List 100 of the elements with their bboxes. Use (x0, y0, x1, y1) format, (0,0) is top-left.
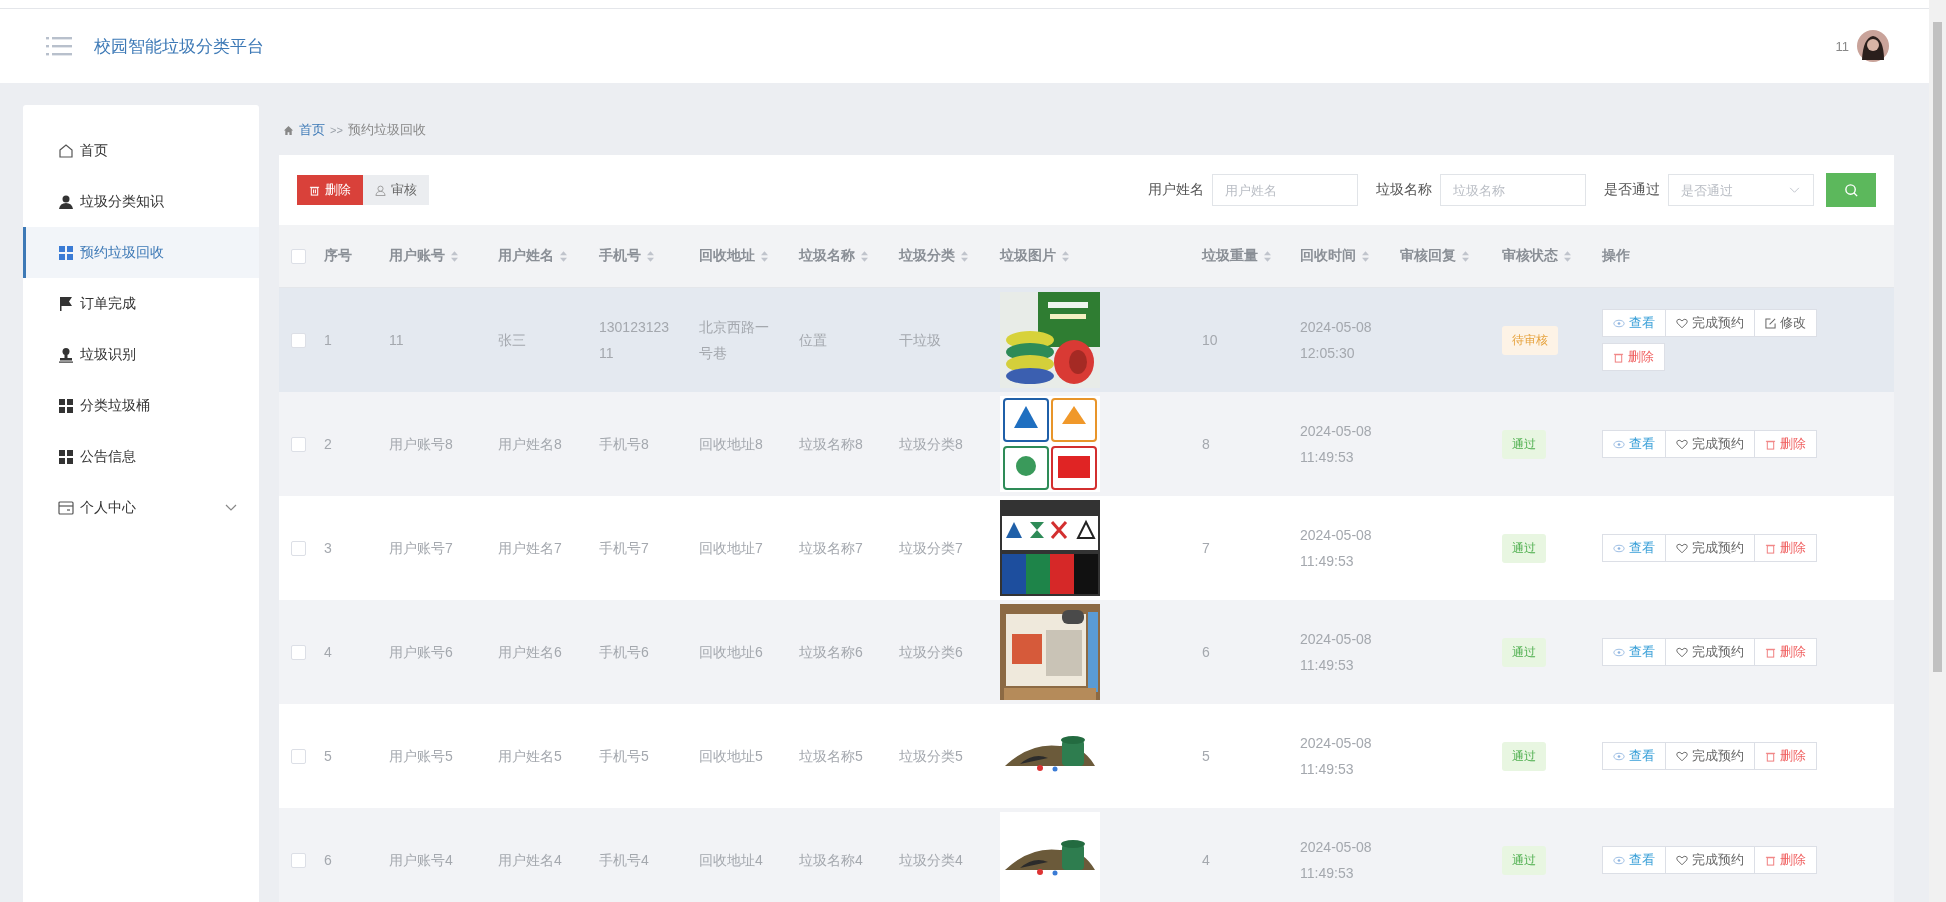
column-header[interactable]: 审核状态 (1502, 247, 1558, 265)
sidebar-item[interactable]: 预约垃圾回收 (23, 227, 259, 278)
table-cell-text: 用户账号4 (389, 851, 453, 870)
sort-icon[interactable] (761, 250, 768, 262)
table-cell-text: 垃圾分类8 (899, 435, 963, 454)
checkbox[interactable] (291, 332, 306, 348)
table-row[interactable]: 6 用户账号4 用户姓名4 手机号4 回收地址4 垃圾名称4 垃圾分类4 4 2024-05-08 11:49:53 通过 查看 完成预约 删除 (279, 808, 1894, 902)
scrollbar[interactable] (1929, 0, 1946, 902)
sort-icon[interactable] (1462, 250, 1469, 262)
search-button[interactable] (1826, 173, 1876, 207)
table-cell-text: 3 (324, 539, 332, 558)
table-cell-text: 用户姓名4 (498, 851, 562, 870)
status-dropdown[interactable]: 是否通过 (1668, 174, 1814, 206)
column-header[interactable]: 审核回复 (1400, 247, 1456, 265)
review-button[interactable]: 审核 (363, 175, 429, 205)
sort-icon[interactable] (1362, 250, 1369, 262)
column-header[interactable]: 回收地址 (699, 247, 755, 265)
sidebar-item[interactable]: 分类垃圾桶 (23, 380, 259, 431)
delete-button[interactable]: 删除 (1754, 534, 1817, 562)
scrollbar-thumb[interactable] (1933, 22, 1942, 672)
sort-icon[interactable] (451, 250, 458, 262)
avatar[interactable] (1857, 30, 1889, 62)
eye-icon (1613, 439, 1625, 449)
checkbox[interactable] (291, 644, 306, 660)
table-cell-text: 用户姓名8 (498, 435, 562, 454)
status-tag: 通过 (1502, 429, 1546, 459)
breadcrumb-link[interactable]: 首页 (299, 121, 325, 139)
column-header: 序号 (324, 247, 352, 265)
table-cell-text: 用户姓名5 (498, 747, 562, 766)
checkbox[interactable] (291, 748, 306, 764)
sidebar-item[interactable]: 公告信息 (23, 431, 259, 482)
checkbox[interactable] (291, 540, 306, 556)
column-header[interactable]: 用户姓名 (498, 247, 554, 265)
table-row[interactable]: 4 用户账号6 用户姓名6 手机号6 回收地址6 垃圾名称6 垃圾分类6 6 2024-05-08 11:49:53 通过 查看 完成预约 删除 (279, 600, 1894, 704)
edit-button[interactable]: 修改 (1754, 309, 1817, 337)
column-header[interactable]: 垃圾图片 (1000, 247, 1056, 265)
sidebar-item[interactable]: 垃圾分类知识 (23, 176, 259, 227)
column-header[interactable]: 用户账号 (389, 247, 445, 265)
sort-icon[interactable] (560, 250, 567, 262)
column-header[interactable]: 垃圾重量 (1202, 247, 1258, 265)
app-title: 校园智能垃圾分类平台 (94, 35, 264, 58)
complete-button[interactable]: 完成预约 (1665, 309, 1755, 337)
column-header[interactable]: 手机号 (599, 247, 641, 265)
eye-icon (1613, 647, 1625, 657)
table-cell-text: 回收地址4 (699, 851, 764, 870)
sort-icon[interactable] (647, 250, 654, 262)
table-cell-text: 手机号5 (599, 747, 650, 766)
delete-button[interactable]: 删除 (297, 175, 363, 205)
trash-icon (1765, 542, 1776, 554)
sort-icon[interactable] (961, 250, 968, 262)
delete-button[interactable]: 删除 (1754, 638, 1817, 666)
table-cell-text: 回收地址7 (699, 539, 764, 558)
delete-button[interactable]: 删除 (1754, 742, 1817, 770)
chevron-icon (1789, 187, 1800, 194)
delete-button[interactable]: 删除 (1754, 430, 1817, 458)
view-button[interactable]: 查看 (1602, 309, 1666, 337)
table-cell-text: 4 (1202, 851, 1210, 870)
table-cell-text: 6 (1202, 643, 1210, 662)
search-field[interactable]: 垃圾名称 (1440, 174, 1586, 206)
sidebar-item[interactable]: 首页 (23, 125, 259, 176)
sort-icon[interactable] (1062, 250, 1069, 262)
column-header[interactable]: 回收时间 (1300, 247, 1356, 265)
view-button[interactable]: 查看 (1602, 534, 1666, 562)
sort-icon[interactable] (1564, 250, 1571, 262)
view-button[interactable]: 查看 (1602, 638, 1666, 666)
table-cell-text: 4 (324, 643, 332, 662)
complete-button[interactable]: 完成预约 (1665, 430, 1755, 458)
view-button[interactable]: 查看 (1602, 846, 1666, 874)
sidebar-item[interactable]: 个人中心 (23, 482, 259, 533)
complete-button[interactable]: 完成预约 (1665, 534, 1755, 562)
table-cell-text: 手机号4 (599, 851, 650, 870)
table-cell-text: 2024-05-08 11:49:53 (1300, 838, 1373, 883)
view-button[interactable]: 查看 (1602, 742, 1666, 770)
checkbox[interactable] (291, 436, 306, 452)
view-button[interactable]: 查看 (1602, 430, 1666, 458)
breadcrumb-current: 预约垃圾回收 (347, 121, 426, 139)
sidebar-item[interactable]: 垃圾识别 (23, 329, 259, 380)
sort-icon[interactable] (861, 250, 868, 262)
complete-button[interactable]: 完成预约 (1665, 638, 1755, 666)
delete-button[interactable]: 删除 (1602, 343, 1665, 371)
home-icon (58, 142, 74, 159)
heart-icon (1676, 646, 1688, 658)
checkbox[interactable] (291, 248, 306, 264)
table-cell-text: 北京西路一号巷 (699, 318, 770, 363)
column-header[interactable]: 垃圾名称 (799, 247, 855, 265)
card-icon (58, 499, 74, 516)
status-tag: 通过 (1502, 741, 1546, 771)
search-field[interactable]: 用户姓名 (1212, 174, 1358, 206)
heart-icon (1676, 438, 1688, 450)
trash-icon (1765, 854, 1776, 866)
delete-button[interactable]: 删除 (1754, 846, 1817, 874)
checkbox[interactable] (291, 852, 306, 868)
sidebar-item[interactable]: 订单完成 (23, 278, 259, 329)
complete-button[interactable]: 完成预约 (1665, 846, 1755, 874)
table-cell-text: 2024-05-08 11:49:53 (1300, 734, 1373, 779)
column-header[interactable]: 垃圾分类 (899, 247, 955, 265)
table-row[interactable]: 2 用户账号8 用户姓名8 手机号8 回收地址8 垃圾名称8 垃圾分类8 8 2024-05-08 11:49:53 通过 查看 完成预约 删除 (279, 392, 1894, 496)
complete-button[interactable]: 完成预约 (1665, 742, 1755, 770)
sort-icon[interactable] (1264, 250, 1271, 262)
menu-icon[interactable] (46, 36, 72, 56)
